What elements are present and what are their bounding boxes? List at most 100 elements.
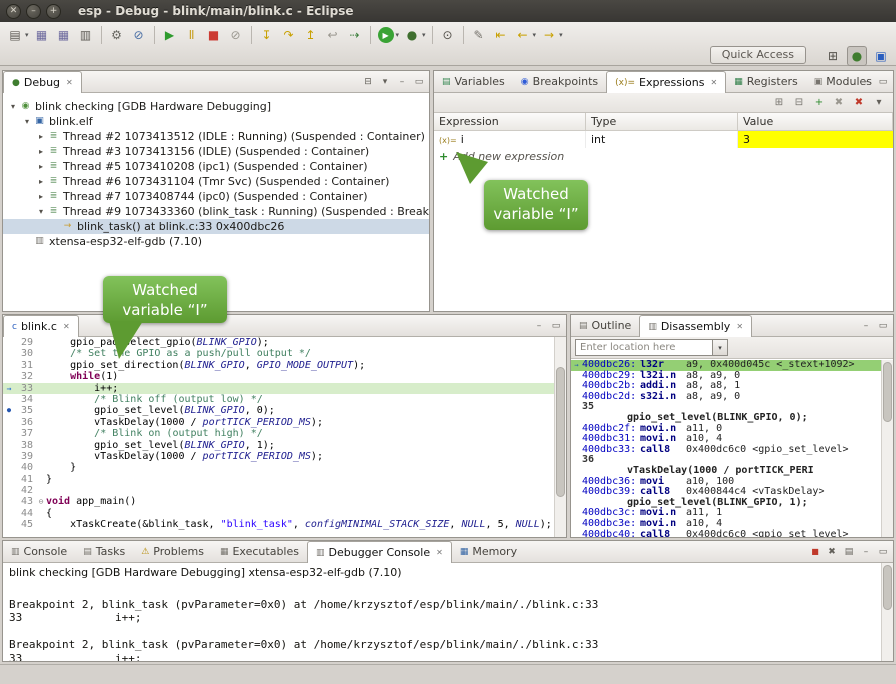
console-output[interactable]: Breakpoint 2, blink_task (pvParameter=0x… — [3, 582, 881, 661]
location-input[interactable] — [575, 339, 713, 356]
expand-arrow-icon[interactable]: ▸ — [35, 189, 47, 204]
location-dropdown-icon[interactable]: ▾ — [713, 339, 728, 356]
code-line[interactable]: 42 — [3, 485, 554, 496]
maximize-button[interactable]: ▭ — [875, 318, 891, 334]
tab-console[interactable]: ▥Console — [3, 541, 75, 562]
save-all-icon[interactable]: ▦ — [54, 25, 74, 45]
column-header-expression[interactable]: Expression — [434, 113, 586, 130]
debug-icon-caret[interactable]: ▾ — [422, 31, 426, 39]
tab-disassembly[interactable]: ▥Disassembly✕ — [639, 315, 752, 337]
code-line[interactable]: 30 /* Set the GPIO as a push/pull output… — [3, 348, 554, 359]
code-line[interactable]: 44{ — [3, 508, 554, 519]
tab-debugger-console[interactable]: ▥Debugger Console✕ — [307, 541, 452, 563]
forward-icon[interactable]: → — [539, 25, 559, 45]
add-expression-icon[interactable]: + — [810, 94, 828, 111]
close-tab-icon[interactable]: ✕ — [711, 78, 718, 87]
tab-memory[interactable]: ▦Memory — [452, 541, 525, 562]
window-close-button[interactable]: ✕ — [6, 4, 21, 19]
mark-occurrences-icon[interactable]: ✎ — [469, 25, 489, 45]
remove-all-expressions-icon[interactable]: ✖ — [850, 94, 868, 111]
terminate-icon[interactable]: ■ — [807, 544, 823, 560]
disassembly-line[interactable]: 400dbc2d:s32i.na8, a9, 0 — [571, 392, 881, 403]
minimize-button[interactable]: – — [858, 544, 874, 560]
expression-row[interactable]: (x)=iint3 — [434, 131, 893, 148]
run-icon[interactable]: ▶ — [378, 27, 394, 43]
debug-tree-item[interactable]: →blink_task() at blink.c:33 0x400dbc26 — [3, 219, 429, 234]
remove-expression-icon[interactable]: ✖ — [830, 94, 848, 111]
search-icon[interactable]: ⊙ — [438, 25, 458, 45]
debug-icon[interactable]: ● — [402, 25, 422, 45]
maximize-button[interactable]: ▭ — [548, 318, 564, 334]
code-line[interactable]: 41} — [3, 474, 554, 485]
drop-to-frame-icon[interactable]: ↩ — [323, 25, 343, 45]
tab-problems[interactable]: ⚠Problems — [133, 541, 212, 562]
disassembly-source-line[interactable]: vTaskDelay(1000 / portTICK_PERI — [571, 466, 881, 477]
run-icon-caret[interactable]: ▾ — [396, 31, 400, 39]
build-icon[interactable]: ⚙ — [107, 25, 127, 45]
code-line[interactable]: 36 vTaskDelay(1000 / portTICK_PERIOD_MS)… — [3, 417, 554, 428]
scrollbar-thumb[interactable] — [883, 362, 892, 422]
debug-tree-item[interactable]: ▸≣Thread #3 1073413156 (IDLE) (Suspended… — [3, 144, 429, 159]
new-wizard-icon-caret[interactable]: ▾ — [25, 31, 29, 39]
back-icon[interactable]: ← — [513, 25, 533, 45]
code-line[interactable]: 45 xTaskCreate(&blink_task, "blink_task"… — [3, 519, 554, 530]
tab-registers[interactable]: ▦Registers — [726, 71, 806, 92]
open-perspective-icon[interactable]: ⊞ — [823, 46, 843, 66]
code-line[interactable]: 37 /* Blink on (output high) */ — [3, 428, 554, 439]
collapse-all-icon[interactable]: ⊟ — [790, 94, 808, 111]
maximize-button[interactable]: ▭ — [875, 544, 891, 560]
show-logical-structure-icon[interactable]: ⊞ — [770, 94, 788, 111]
collapse-all-icon[interactable]: ⊟ — [360, 74, 376, 90]
maximize-button[interactable]: ▭ — [411, 74, 427, 90]
tab-breakpoints[interactable]: ◉Breakpoints — [513, 71, 606, 92]
debug-tree-item[interactable]: ▸≣Thread #2 1073413512 (IDLE : Running) … — [3, 129, 429, 144]
clear-console-icon[interactable]: ▤ — [841, 544, 857, 560]
expand-arrow-icon[interactable]: ▸ — [35, 129, 47, 144]
skip-breakpoints-icon[interactable]: ⊘ — [129, 25, 149, 45]
step-return-icon[interactable]: ↥ — [301, 25, 321, 45]
code-line[interactable]: 34 /* Blink off (output low) */ — [3, 394, 554, 405]
back-icon-caret[interactable]: ▾ — [533, 31, 537, 39]
scrollbar-thumb[interactable] — [883, 565, 892, 610]
minimize-button[interactable]: – — [394, 74, 410, 90]
forward-icon-caret[interactable]: ▾ — [559, 31, 563, 39]
minimize-button[interactable]: – — [858, 74, 874, 90]
disassembly-line[interactable]: →400dbc26:l32ra9, 0x400d045c <_stext+109… — [571, 360, 881, 371]
terminate-icon[interactable]: ■ — [204, 25, 224, 45]
column-header-value[interactable]: Value — [738, 113, 893, 130]
window-maximize-button[interactable]: + — [46, 4, 61, 19]
collapse-arrow-icon[interactable]: ▾ — [21, 114, 33, 129]
expand-arrow-icon[interactable]: ▸ — [35, 174, 47, 189]
fold-marker-icon[interactable]: ⊖ — [36, 496, 46, 507]
disassembly-line[interactable]: 400dbc3e:movi.na10, 4 — [571, 519, 881, 530]
collapse-arrow-icon[interactable]: ▾ — [35, 204, 47, 219]
debug-perspective-button[interactable]: ● — [847, 46, 867, 66]
debug-tree-item[interactable]: ▥xtensa-esp32-elf-gdb (7.10) — [3, 234, 429, 249]
code-line[interactable]: 39 vTaskDelay(1000 / portTICK_PERIOD_MS)… — [3, 451, 554, 462]
code-line[interactable]: 31 gpio_set_direction(BLINK_GPIO, GPIO_M… — [3, 360, 554, 371]
debug-tree-item[interactable]: ▸≣Thread #7 1073408744 (ipc0) (Suspended… — [3, 189, 429, 204]
save-icon[interactable]: ▦ — [32, 25, 52, 45]
suspend-icon[interactable]: Ⅱ — [182, 25, 202, 45]
tab-outline[interactable]: ▤Outline — [571, 315, 639, 336]
remove-launch-icon[interactable]: ✖ — [824, 544, 840, 560]
add-expression-icon[interactable]: + — [439, 150, 448, 163]
disassembly-line[interactable]: 400dbc33:call80x400dc6c0 <gpio_set_level… — [571, 445, 881, 456]
disconnect-icon[interactable]: ⊘ — [226, 25, 246, 45]
quick-access-button[interactable]: Quick Access — [710, 46, 806, 64]
console-vertical-scrollbar[interactable] — [881, 563, 893, 661]
code-line[interactable]: 43⊖void app_main() — [3, 496, 554, 507]
tab-debug[interactable]: ●Debug✕ — [3, 71, 82, 93]
debug-tree-item[interactable]: ▸≣Thread #6 1073431104 (Tmr Svc) (Suspen… — [3, 174, 429, 189]
disassembly-source-line[interactable]: gpio_set_level(BLINK_GPIO, 0); — [571, 413, 881, 424]
view-menu-icon[interactable]: ▾ — [377, 74, 393, 90]
editor-code-area[interactable]: 29 gpio_pad_select_gpio(BLINK_GPIO);30 /… — [3, 337, 554, 537]
debug-tree-item[interactable]: ▾▣blink.elf — [3, 114, 429, 129]
column-header-type[interactable]: Type — [586, 113, 738, 130]
maximize-button[interactable]: ▭ — [875, 74, 891, 90]
code-line[interactable]: 40 } — [3, 462, 554, 473]
tab-blink-c[interactable]: cblink.c✕ — [3, 315, 79, 337]
resume-icon[interactable]: ▶ — [160, 25, 180, 45]
disassembly-line[interactable]: 400dbc40:call80x400dc6c0 <gpio_set_level… — [571, 530, 881, 538]
close-tab-icon[interactable]: ✕ — [63, 322, 70, 331]
